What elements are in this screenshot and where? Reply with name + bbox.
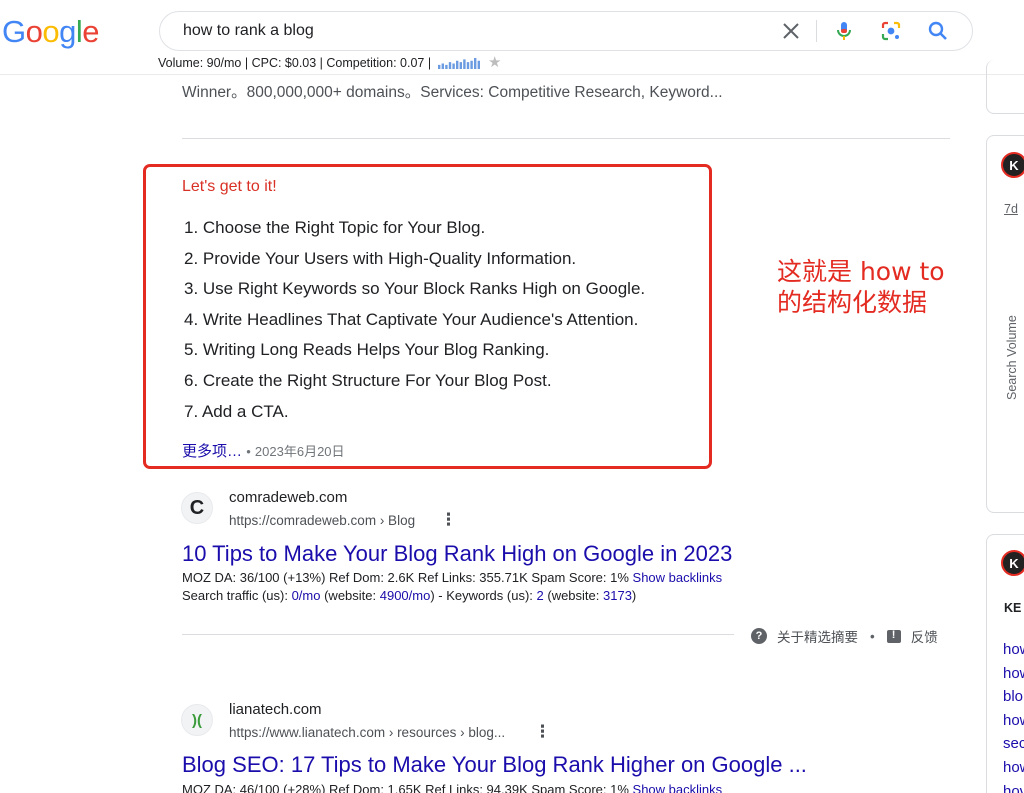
list-item: 2. Provide Your Users with High-Quality … — [184, 248, 577, 268]
trend-bar — [469, 60, 473, 69]
site-url[interactable]: https://www.lianatech.com › resources › … — [229, 725, 505, 740]
keyword-metrics: Volume: 90/mo | CPC: $0.03 | Competition… — [158, 53, 502, 71]
trend-bar — [455, 60, 458, 69]
featured-snippet-list: 1. Choose the Right Topic for Your Blog.… — [184, 216, 645, 430]
show-backlinks-link[interactable]: Show backlinks — [633, 782, 723, 793]
show-backlinks-link[interactable]: Show backlinks — [633, 570, 723, 585]
result-title[interactable]: 10 Tips to Make Your Blog Rank High on G… — [182, 541, 732, 567]
related-keywords-list: how how blo how sec how hov — [1003, 641, 1024, 793]
annotation-line-1: 这就是 how to — [777, 257, 945, 286]
keywords-everywhere-badge[interactable]: K — [1001, 152, 1024, 178]
annotation-line-2: 的结构化数据 — [777, 288, 928, 317]
list-item: 4. Write Headlines That Captivate Your A… — [184, 309, 639, 329]
close-icon[interactable] — [779, 19, 803, 43]
more-items-link[interactable]: 更多项… — [182, 443, 242, 460]
trend-sparkline — [437, 58, 480, 69]
star-icon[interactable]: ★ — [488, 54, 501, 71]
about-snippets-link[interactable]: 关于精选摘要 — [777, 626, 858, 646]
trend-bar — [448, 62, 451, 69]
site-url[interactable]: https://comradeweb.com › Blog — [229, 513, 415, 528]
search-icon[interactable] — [926, 19, 950, 43]
trend-bar — [451, 63, 455, 69]
traffic-value[interactable]: 0/mo — [292, 588, 321, 603]
site-name[interactable]: lianatech.com — [229, 701, 322, 718]
result-title[interactable]: Blog SEO: 17 Tips to Make Your Blog Rank… — [182, 752, 807, 778]
traffic-label: ) — [631, 588, 637, 603]
list-item: 5. Writing Long Reads Helps Your Blog Ra… — [184, 340, 550, 360]
search-box[interactable]: how to rank a blog — [159, 11, 973, 51]
snippet-date: 2023年6月20日 — [254, 444, 345, 459]
favicon-letter: )( — [192, 711, 202, 729]
traffic-value[interactable]: 3173 — [603, 588, 632, 603]
seo-metrics-line: MOZ DA: 46/100 (+28%) Ref Dom: 1.65K Ref… — [182, 782, 722, 793]
related-keyword-link[interactable]: how — [1003, 665, 1024, 689]
previous-result-snippet: Winner。800,000,000+ domains。Services: Co… — [182, 84, 723, 101]
traffic-label: (website: — [543, 588, 603, 603]
traffic-label: Search traffic (us): — [182, 588, 292, 603]
featured-snippet-heading: Let's get to it! — [182, 178, 277, 195]
logo-letter: o — [25, 14, 43, 49]
traffic-value[interactable]: 2 — [537, 588, 544, 603]
trend-bar — [473, 58, 476, 69]
seo-metrics: MOZ DA: 36/100 (+13%) Ref Dom: 2.6K Ref … — [182, 570, 629, 585]
keywords-everywhere-badge[interactable]: K — [1001, 550, 1024, 576]
related-keyword-link[interactable]: how — [1003, 759, 1024, 783]
side-panel-top — [986, 60, 1024, 114]
camera-lens-icon[interactable] — [879, 19, 903, 43]
logo-letter: o — [42, 14, 60, 49]
trend-bar — [441, 63, 444, 69]
search-traffic-line: Search traffic (us): 0/mo (website: 4900… — [182, 588, 636, 603]
divider — [182, 138, 950, 139]
related-keyword-link[interactable]: blo — [1003, 688, 1024, 712]
metrics-text: Volume: 90/mo | CPC: $0.03 | Competition… — [158, 56, 432, 70]
feedback-link[interactable]: 反馈 — [911, 626, 938, 646]
trend-bar — [444, 64, 448, 69]
site-name[interactable]: comradeweb.com — [229, 489, 347, 506]
separator-dot: • — [870, 628, 875, 644]
feedback-icon[interactable] — [886, 629, 901, 643]
snippet-actions: ? 关于精选摘要 • 反馈 — [751, 626, 938, 646]
traffic-label: ) - Keywords (us): — [430, 588, 537, 603]
list-item: 6. Create the Right Structure For Your B… — [184, 370, 552, 390]
traffic-label: (website: — [320, 588, 380, 603]
list-item: 7. Add a CTA. — [184, 401, 289, 421]
logo-letter: g — [59, 14, 76, 49]
seo-metrics-line: MOZ DA: 36/100 (+13%) Ref Dom: 2.6K Ref … — [182, 570, 722, 585]
search-divider — [816, 20, 817, 42]
keywords-heading: KE — [1004, 601, 1022, 615]
trend-bar — [437, 64, 440, 69]
red-annotation: 这就是 how to 的结构化数据 — [777, 256, 945, 318]
separator-dot: • — [246, 444, 251, 459]
logo-letter: e — [82, 14, 100, 49]
site-favicon[interactable]: )( — [181, 704, 213, 736]
more-options-icon[interactable]: ⋮ — [534, 722, 551, 742]
seo-metrics: MOZ DA: 46/100 (+28%) Ref Dom: 1.65K Ref… — [182, 782, 629, 793]
favicon-letter: C — [189, 496, 205, 519]
featured-snippet-footer: 更多项… • 2023年6月20日 — [182, 440, 345, 461]
related-keyword-link[interactable]: sec — [1003, 735, 1024, 759]
google-logo[interactable]: Google — [2, 14, 100, 50]
range-selector[interactable]: 7d — [1004, 202, 1018, 216]
microphone-icon[interactable] — [832, 19, 856, 43]
help-icon[interactable]: ? — [751, 628, 767, 644]
traffic-value[interactable]: 4900/mo — [380, 588, 431, 603]
related-keyword-link[interactable]: how — [1003, 641, 1024, 665]
search-input[interactable]: how to rank a blog — [183, 22, 314, 40]
related-keyword-link[interactable]: hov — [1003, 783, 1024, 793]
divider — [182, 634, 734, 635]
logo-letter: G — [2, 14, 26, 49]
trend-bar — [459, 62, 462, 69]
more-options-icon[interactable]: ⋮ — [440, 510, 457, 530]
related-keyword-link[interactable]: how — [1003, 712, 1024, 736]
trend-bar — [466, 62, 469, 69]
trend-bar — [462, 59, 466, 69]
list-item: 1. Choose the Right Topic for Your Blog. — [184, 218, 486, 237]
y-axis-label: Search Volume — [1005, 315, 1019, 400]
list-item: 3. Use Right Keywords so Your Block Rank… — [184, 279, 646, 299]
trend-bar — [477, 60, 480, 69]
site-favicon[interactable]: C — [181, 492, 213, 524]
